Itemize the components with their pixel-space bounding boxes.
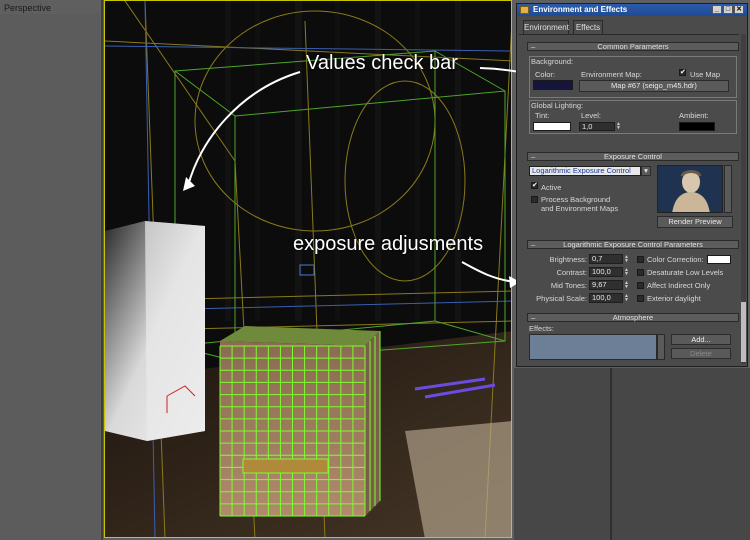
desaturate-label: Desaturate Low Levels [647, 268, 724, 277]
annotation-exposure-adjustments: exposure adjusments [293, 233, 484, 255]
process-background-checkbox[interactable] [531, 196, 538, 203]
collapse-icon: – [531, 42, 536, 51]
viewport-label[interactable]: Perspective [4, 3, 51, 13]
dialog-scrollbar-thumb[interactable] [741, 302, 746, 362]
exposure-type-dropdown[interactable]: Logarithmic Exposure Control [529, 166, 641, 176]
render-preview-thumbnail[interactable] [657, 165, 723, 213]
atmosphere-rollout[interactable]: – Atmosphere [527, 313, 739, 322]
delete-effect-button[interactable]: Delete [671, 348, 731, 359]
tab-environment[interactable]: Environment [523, 20, 569, 34]
exterior-daylight-label: Exterior daylight [647, 294, 701, 303]
exposure-control-header: Exposure Control [604, 152, 662, 161]
effects-list[interactable] [529, 334, 657, 360]
tint-color-swatch[interactable] [533, 122, 571, 131]
tab-effects[interactable]: Effects [573, 20, 603, 34]
environment-map-button[interactable]: Map #67 (seigo_m45.hdr) [579, 80, 729, 92]
right-panel-divider-2 [610, 368, 612, 540]
maximize-icon[interactable]: □ [723, 5, 733, 14]
scene-render[interactable] [104, 0, 512, 538]
use-map-checkbox[interactable]: ✔ [679, 69, 686, 76]
exposure-control-rollout[interactable]: – Exposure Control [527, 152, 739, 161]
add-effect-button[interactable]: Add... [671, 334, 731, 345]
active-label: Active [541, 183, 562, 192]
render-preview-button[interactable]: Render Preview [657, 216, 733, 228]
affect-indirect-checkbox[interactable] [637, 282, 644, 289]
contrast-input[interactable]: 100,0 [589, 267, 623, 277]
color-correction-checkbox[interactable] [637, 256, 644, 263]
mid-tones-label: Mid Tones: [550, 281, 587, 290]
annotation-values-check-bar: Values check bar [306, 52, 458, 74]
exterior-daylight-checkbox[interactable] [637, 295, 644, 302]
common-parameters-rollout[interactable]: – Common Parameters [527, 42, 739, 51]
mid-tones-input[interactable]: 9,67 [589, 280, 623, 290]
scene-wireframe [105, 1, 511, 537]
level-input[interactable]: 1,0 [579, 122, 615, 131]
collapse-icon: – [531, 240, 536, 249]
tab-underline [519, 34, 739, 35]
physical-scale-spinner[interactable]: ▲ ▼ [624, 294, 629, 303]
contrast-label: Contrast: [556, 268, 587, 277]
physical-scale-input[interactable]: 100,0 [589, 293, 623, 303]
log-exposure-params-rollout[interactable]: – Logarithmic Exposure Control Parameter… [527, 240, 739, 249]
color-correction-swatch[interactable] [707, 255, 731, 264]
common-parameters-header: Common Parameters [597, 42, 669, 51]
environment-map-label: Environment Map: [581, 70, 642, 79]
physical-scale-label: Physical Scale: [536, 294, 587, 303]
viewport-left-panel [0, 14, 100, 540]
level-label: Level: [581, 111, 602, 120]
brightness-spinner[interactable]: ▲ ▼ [624, 255, 629, 264]
close-icon[interactable]: ✕ [734, 5, 744, 14]
effects-list-scrollbar[interactable] [657, 334, 665, 360]
use-map-label: Use Map [690, 70, 721, 79]
tint-label: Tint: [535, 111, 550, 120]
mid-tones-spinner[interactable]: ▲ ▼ [624, 281, 629, 290]
minimize-icon[interactable]: _ [712, 5, 722, 14]
color-correction-label: Color Correction: [647, 255, 704, 264]
bust-statue-preview [658, 166, 722, 212]
right-panel-area [514, 368, 750, 540]
active-checkbox[interactable]: ✔ [531, 182, 538, 189]
atmosphere-header: Atmosphere [612, 313, 654, 322]
level-spinner[interactable]: ▲ ▼ [616, 122, 621, 131]
contrast-spinner[interactable]: ▲ ▼ [624, 268, 629, 277]
dialog-titlebar[interactable]: Environment and Effects _ □ ✕ [517, 4, 747, 16]
process-background-label: Process Background and Environment Maps [541, 195, 619, 213]
affect-indirect-label: Affect Indirect Only [647, 281, 711, 290]
viewport-divider [101, 0, 103, 540]
ambient-color-swatch[interactable] [679, 122, 715, 131]
app-icon [520, 6, 529, 14]
collapse-icon: – [531, 152, 536, 161]
effects-label: Effects: [529, 324, 554, 333]
brightness-input[interactable]: 0,7 [589, 254, 623, 264]
ambient-label: Ambient: [679, 111, 709, 120]
chevron-down-icon[interactable]: ▾ [641, 166, 651, 176]
brightness-label: Brightness: [549, 255, 587, 264]
global-lighting-label: Global Lighting: [531, 101, 584, 110]
environment-effects-dialog: Environment and Effects _ □ ✕ Environmen… [516, 3, 748, 367]
collapse-icon: – [531, 313, 536, 322]
background-color-swatch[interactable] [533, 80, 573, 90]
dialog-title: Environment and Effects [533, 5, 628, 14]
background-label: Background: [531, 57, 574, 66]
preview-scrollbar[interactable] [724, 165, 732, 213]
log-exposure-params-header: Logarithmic Exposure Control Parameters [563, 240, 703, 249]
color-label: Color: [535, 70, 556, 79]
desaturate-checkbox[interactable] [637, 269, 644, 276]
